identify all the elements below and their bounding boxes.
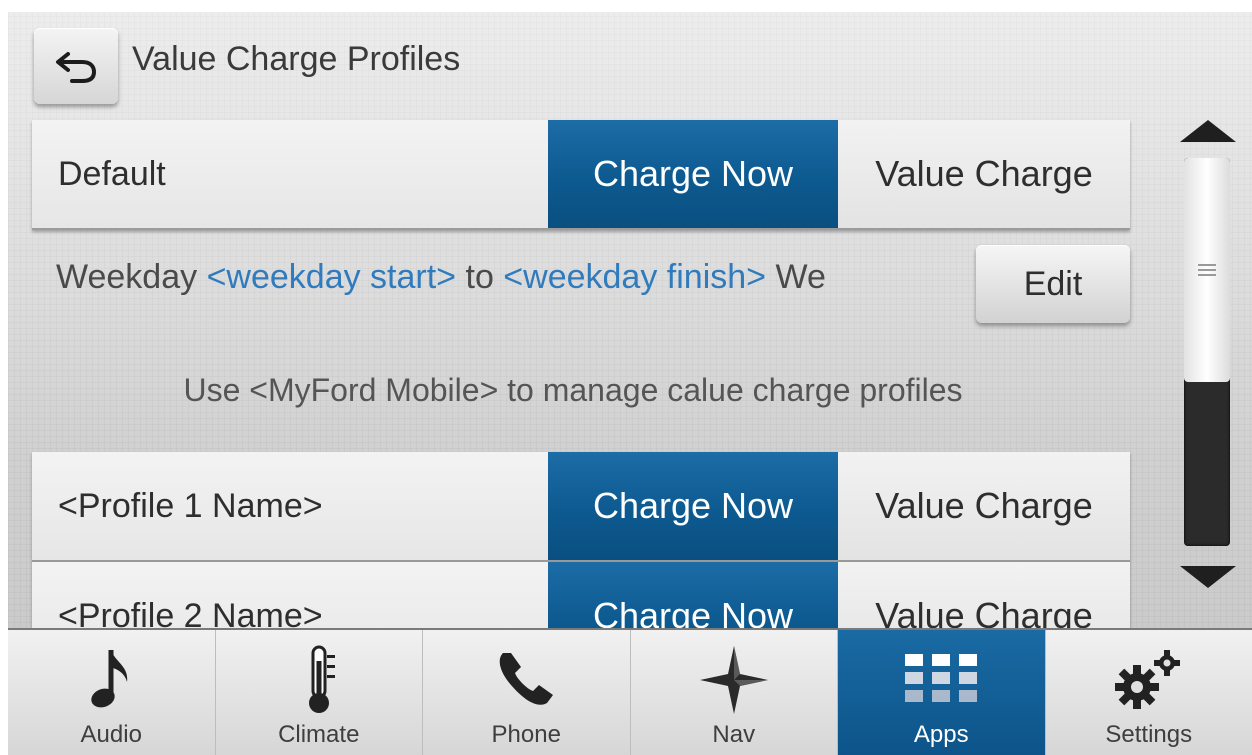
thermometer-icon xyxy=(279,640,359,720)
nav-tab-settings[interactable]: Settings xyxy=(1046,630,1252,755)
profile-name: <Profile 1 Name> xyxy=(58,486,323,525)
profile-row-default: Default Charge Now Value Charge xyxy=(32,120,1130,230)
manage-profiles-note: Use <MyFord Mobile> to manage calue char… xyxy=(183,372,963,408)
nav-label: Apps xyxy=(913,721,969,748)
bottom-nav-bar: Audio Climate Phone Nav Apps Settings xyxy=(8,628,1252,755)
nav-label: Phone xyxy=(491,721,561,748)
schedule-prefix: Weekday xyxy=(56,258,207,296)
weekday-start-token: <weekday start> xyxy=(206,258,457,296)
edit-button[interactable]: Edit xyxy=(976,245,1130,323)
nav-tab-phone[interactable]: Phone xyxy=(423,630,631,755)
music-note-icon xyxy=(71,640,151,720)
schedule-summary: Weekday <weekday start> to <weekday fini… xyxy=(56,258,956,308)
nav-tab-nav[interactable]: Nav xyxy=(631,630,838,755)
grip-lines-icon xyxy=(1198,264,1216,276)
charge-now-button[interactable]: Charge Now xyxy=(548,452,838,560)
value-charge-button[interactable]: Value Charge xyxy=(838,120,1130,228)
profile-name: Default xyxy=(58,154,166,193)
back-button[interactable] xyxy=(34,28,118,104)
scrollbar-thumb[interactable] xyxy=(1184,158,1230,382)
nav-label: Climate xyxy=(278,721,360,748)
schedule-mid: to xyxy=(456,258,504,296)
nav-tab-climate[interactable]: Climate xyxy=(216,630,423,755)
scrollbar-track[interactable] xyxy=(1184,158,1230,546)
gears-icon xyxy=(1109,640,1189,720)
nav-tab-audio[interactable]: Audio xyxy=(8,630,216,755)
weekday-finish-token: <weekday finish> xyxy=(503,258,767,296)
back-arrow-icon xyxy=(56,52,97,83)
schedule-suffix: We xyxy=(766,258,826,296)
profile-row-1: <Profile 1 Name> Charge Now Value Charge xyxy=(32,452,1130,562)
value-charge-profiles-screen: Value Charge Profiles Default Charge Now… xyxy=(8,12,1252,755)
nav-label: Nav xyxy=(712,721,756,748)
scroll-down-arrow-icon[interactable] xyxy=(1180,566,1236,588)
phone-handset-icon xyxy=(486,640,566,720)
page-title: Value Charge Profiles xyxy=(132,40,461,78)
apps-grid-icon xyxy=(901,640,981,720)
nav-label: Audio xyxy=(80,721,142,748)
charge-now-button[interactable]: Charge Now xyxy=(548,120,838,228)
compass-star-icon xyxy=(694,640,774,720)
value-charge-button[interactable]: Value Charge xyxy=(838,452,1130,560)
nav-label: Settings xyxy=(1105,721,1193,748)
nav-tab-apps[interactable]: Apps xyxy=(838,630,1046,755)
scroll-up-arrow-icon[interactable] xyxy=(1180,120,1236,142)
